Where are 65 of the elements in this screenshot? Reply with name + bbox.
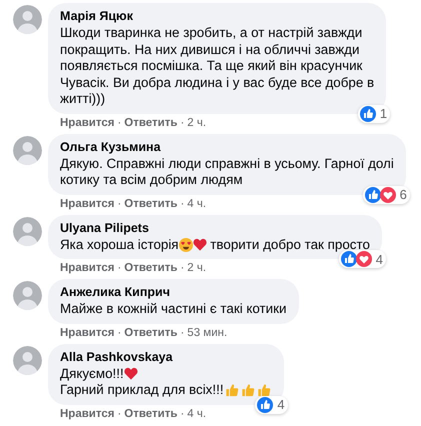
action-link[interactable]: Нравится — [60, 261, 114, 276]
comment-time[interactable]: 2 ч. — [187, 261, 206, 276]
comment-time[interactable]: 4 ч. — [187, 406, 206, 422]
reaction-badge[interactable]: 4 — [338, 250, 386, 268]
action-link[interactable]: Ответить — [124, 326, 178, 340]
separator-dot: · — [117, 196, 122, 212]
avatar[interactable] — [13, 5, 42, 34]
thumbs-up-icon — [256, 383, 271, 398]
thumbs-up-icon — [240, 383, 255, 398]
action-link[interactable]: Ответить — [124, 116, 178, 130]
comment-text: Чувасік. Ви добра людина і у вас буде все добре в — [60, 74, 374, 91]
comment-text: котику та всім добрим людям — [60, 172, 243, 188]
action-link[interactable]: Нравится — [60, 326, 114, 340]
reaction-badge[interactable]: 1 — [358, 104, 390, 122]
like-icon — [340, 251, 357, 267]
comment-text: покращить. На них дивишся і на обличчі завжди — [60, 42, 360, 58]
separator-dot: · — [117, 116, 122, 130]
action-link[interactable]: Нравится — [60, 406, 114, 422]
reaction-badge[interactable]: 4 — [255, 396, 288, 414]
separator-dot: · — [180, 406, 184, 422]
comment-text: Яка хороша історія — [60, 236, 179, 253]
comment-text: творити добро так просто — [209, 236, 370, 253]
action-link[interactable]: Нравится — [60, 116, 114, 130]
action-link[interactable]: Ответить — [124, 406, 178, 422]
comment-text: житті))) — [60, 91, 106, 108]
action-link[interactable]: Ответить — [124, 196, 178, 212]
action-link[interactable]: Ответить — [124, 261, 178, 276]
comment-author: Ulyana Pilipets — [60, 220, 150, 236]
comment-time[interactable]: 53 мин. — [187, 326, 228, 340]
comment-text: появляється посмішка. Та ще який він красунчик — [60, 58, 362, 74]
comment-text: Дякую. Справжні люди справжні в усьому. Гарної долі — [60, 156, 394, 172]
heart-icon — [192, 238, 207, 252]
comment-author: Alla Pashkovskaya — [60, 348, 174, 366]
separator-dot: · — [117, 261, 122, 276]
comment-author: Ольга Кузьмина — [60, 138, 162, 156]
separator-dot: · — [180, 261, 184, 276]
comment-text: Гарний приклад для всіх!!! — [60, 382, 224, 398]
thumbs-up-icon — [224, 383, 239, 398]
comment-time[interactable]: 2 ч. — [187, 116, 206, 130]
reaction-badge[interactable]: 6 — [362, 186, 410, 204]
heart-eyes-emoji-icon — [178, 238, 193, 252]
avatar[interactable] — [13, 281, 42, 310]
separator-dot: · — [180, 116, 184, 130]
comment-text: Дякуємо!!! — [60, 366, 124, 382]
separator-dot: · — [180, 196, 184, 212]
avatar[interactable] — [13, 346, 42, 374]
separator-dot: · — [117, 406, 122, 422]
comment-author: Марія Яцюк — [60, 8, 134, 25]
reaction-count: 1 — [378, 106, 388, 121]
separator-dot: · — [180, 326, 184, 340]
like-icon — [257, 396, 274, 412]
comment-author: Анжелика Киприч — [60, 284, 171, 301]
like-icon — [364, 186, 381, 202]
like-icon — [360, 106, 376, 122]
comment-text: Шкоди тваринка не зробить, а от настрій завжди — [60, 25, 362, 42]
comment-time[interactable]: 4 ч. — [187, 196, 206, 212]
action-link[interactable]: Нравится — [60, 196, 114, 212]
avatar[interactable] — [13, 136, 42, 164]
separator-dot: · — [117, 326, 122, 340]
reaction-count: 4 — [276, 397, 285, 412]
avatar[interactable] — [13, 216, 42, 246]
reaction-count: 6 — [398, 187, 407, 202]
comment-text: Майже в кожній частині є такі котики — [60, 301, 286, 318]
heart-icon — [124, 367, 138, 380]
reaction-count: 4 — [374, 252, 383, 266]
